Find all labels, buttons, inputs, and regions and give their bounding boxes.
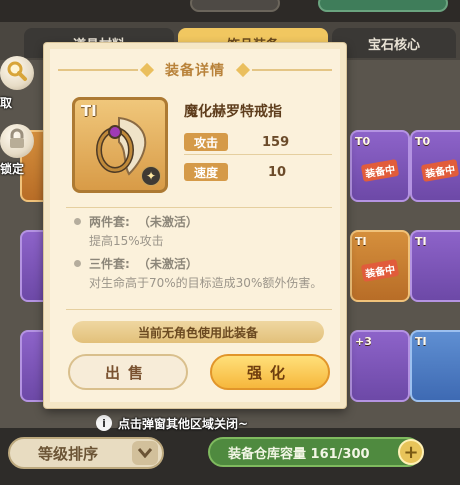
- info-icon: i: [96, 415, 112, 431]
- inventory-card[interactable]: T0 装备中: [410, 130, 460, 202]
- header-divider: [58, 69, 138, 71]
- inventory-card[interactable]: TI: [410, 230, 460, 302]
- usage-status: 当前无角色使用此装备: [72, 321, 324, 343]
- stat-value: 159: [262, 134, 290, 150]
- resource-pill: [190, 0, 280, 12]
- take-label: 取: [0, 96, 13, 110]
- resource-pill: [318, 0, 448, 12]
- set-description: 对生命高于70%的目标造成30%额外伤害。: [89, 276, 323, 290]
- enhance-button[interactable]: 强化: [210, 354, 330, 390]
- stat-divider: [184, 154, 332, 155]
- card-tier: T0: [355, 135, 371, 148]
- tab-gems[interactable]: 宝石核心: [332, 28, 456, 58]
- card-tier: +3: [355, 335, 372, 348]
- inventory-card[interactable]: TI: [410, 330, 460, 402]
- set-bonus-three: 三件套: （未激活） 对生命高于70%的目标造成30%额外伤害。: [74, 255, 326, 291]
- bullet-icon: [74, 218, 81, 225]
- card-tier: T0: [415, 135, 431, 148]
- chevron-down-icon[interactable]: [132, 441, 158, 465]
- set-name: 三件套:: [89, 257, 130, 271]
- inventory-card[interactable]: TI 装备中: [350, 230, 410, 302]
- top-resource-strip: [0, 0, 460, 22]
- stat-row-attack: 攻击 159: [184, 133, 334, 151]
- sort-label: 等级排序: [38, 444, 99, 463]
- capacity-label: 装备仓库容量 161/300: [228, 446, 370, 462]
- stat-label: 速度: [184, 163, 228, 181]
- set-bonus-two: 两件套: （未激活） 提高15%攻击: [74, 213, 326, 249]
- sell-button[interactable]: 出售: [68, 354, 188, 390]
- section-divider: [66, 309, 332, 310]
- inventory-card[interactable]: T0 装备中: [350, 130, 410, 202]
- item-name: 魔化赫罗特戒指: [184, 104, 282, 120]
- diamond-ornament: [235, 62, 251, 78]
- item-icon-frame: TI ✦: [72, 97, 168, 193]
- popup-title: 装备详情: [165, 63, 225, 79]
- equipped-tag: 装备中: [360, 259, 400, 282]
- popup-header: 装备详情: [58, 59, 332, 81]
- warehouse-capacity: 装备仓库容量 161/300: [208, 437, 422, 467]
- star-icon: ✦: [141, 166, 161, 186]
- enhance-label: 强化: [246, 363, 293, 382]
- lock-icon: [7, 128, 27, 154]
- stat-row-speed: 速度 10: [184, 163, 334, 181]
- section-divider: [66, 207, 332, 208]
- bullet-icon: [74, 260, 81, 267]
- set-description: 提高15%攻击: [89, 234, 164, 248]
- set-status: （未激活）: [137, 257, 198, 271]
- diamond-ornament: [139, 62, 155, 78]
- card-tier: TI: [355, 235, 367, 248]
- equipped-tag: 装备中: [420, 159, 460, 182]
- equipped-tag: 装备中: [360, 159, 400, 182]
- card-tier: TI: [415, 235, 427, 248]
- set-status: （未激活）: [137, 215, 198, 229]
- lock-label: 锁定: [0, 162, 25, 176]
- set-name: 两件套:: [89, 215, 130, 229]
- stat-value: 10: [268, 164, 287, 180]
- equipment-detail-popup: 装备详情 TI ✦ 魔化赫罗特戒指 攻击 159 速度 10 两件套: （未激活…: [44, 43, 346, 408]
- card-tier: TI: [415, 335, 427, 348]
- dismiss-hint: i 点击弹窗其他区域关闭~: [96, 414, 248, 432]
- expand-capacity-button[interactable]: +: [398, 439, 424, 465]
- magnifier-icon: [6, 60, 28, 86]
- dismiss-hint-text: 点击弹窗其他区域关闭~: [118, 416, 249, 431]
- stat-label: 攻击: [184, 133, 228, 151]
- sell-label: 出售: [104, 363, 151, 382]
- plus-icon: +: [403, 441, 419, 463]
- usage-status-text: 当前无角色使用此装备: [137, 325, 258, 340]
- take-button[interactable]: [0, 56, 34, 90]
- inventory-card[interactable]: +3: [350, 330, 410, 402]
- header-divider: [252, 69, 332, 71]
- lock-button[interactable]: [0, 124, 34, 158]
